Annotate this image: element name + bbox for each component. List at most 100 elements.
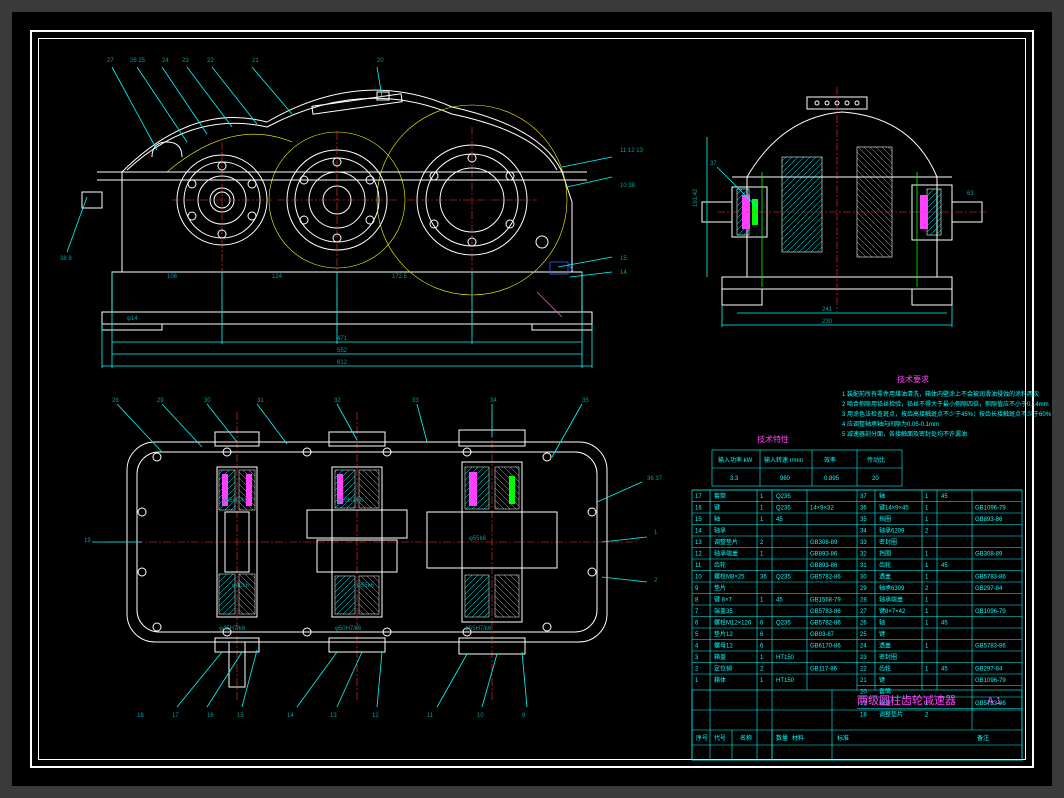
dim-612: 612 (337, 360, 348, 366)
svg-text:12: 12 (372, 713, 379, 719)
svg-text:齿轮: 齿轮 (714, 561, 726, 569)
svg-text:键: 键 (714, 504, 720, 512)
svg-text:GB5783-86: GB5783-86 (810, 609, 841, 615)
svg-text:GB297-84: GB297-84 (975, 667, 1003, 673)
svg-text:齿轮: 齿轮 (879, 665, 891, 673)
svg-text:6: 6 (760, 644, 764, 650)
svg-text:传动比: 传动比 (867, 456, 885, 464)
svg-text:27: 27 (107, 58, 114, 64)
svg-text:键8×7×42: 键8×7×42 (879, 607, 906, 615)
svg-text:挡圈: 挡圈 (879, 515, 891, 523)
svg-text:10: 10 (695, 575, 702, 581)
svg-text:0.895: 0.895 (824, 476, 840, 482)
svg-text:23: 23 (182, 58, 189, 64)
svg-text:GB1096-79: GB1096-79 (975, 506, 1006, 512)
svg-text:33: 33 (412, 398, 419, 404)
svg-text:轴承端盖: 轴承端盖 (714, 550, 738, 558)
svg-text:数量: 数量 (776, 734, 788, 742)
svg-text:20: 20 (872, 476, 879, 482)
svg-text:2: 2 (925, 713, 929, 719)
svg-text:透盖: 透盖 (879, 573, 891, 581)
svg-text:36 37: 36 37 (647, 476, 663, 482)
svg-text:21: 21 (252, 58, 259, 64)
svg-text:30: 30 (204, 398, 211, 404)
svg-text:GB6170-86: GB6170-86 (810, 644, 841, 650)
svg-text:1: 1 (925, 598, 929, 604)
svg-text:φ55H7/k6: φ55H7/k6 (465, 626, 492, 632)
svg-text:材料: 材料 (792, 734, 804, 742)
svg-text:密封圈: 密封圈 (879, 538, 897, 546)
svg-text:2 啮合侧隙用铅丝检验，铅丝不得大于最小侧隙四倍，侧隙值应不: 2 啮合侧隙用铅丝检验，铅丝不得大于最小侧隙四倍，侧隙值应不小于0.14mm (842, 400, 1049, 408)
svg-text:标准: 标准 (837, 734, 849, 742)
svg-text:6: 6 (695, 621, 699, 627)
svg-text:1: 1 (925, 667, 929, 673)
svg-text:φ40k6: φ40k6 (232, 583, 250, 589)
svg-text:33: 33 (860, 540, 867, 546)
svg-text:30: 30 (860, 575, 867, 581)
svg-text:箱盖: 箱盖 (714, 653, 726, 661)
svg-text:轴承: 轴承 (714, 527, 726, 535)
svg-text:Q235: Q235 (776, 494, 791, 500)
svg-text:φ55k6: φ55k6 (357, 583, 375, 589)
svg-text:键 8×7: 键 8×7 (714, 596, 733, 604)
svg-text:17: 17 (172, 713, 179, 719)
svg-text:φ50H7/k6: φ50H7/k6 (337, 498, 364, 504)
svg-text:1: 1 (925, 563, 929, 569)
dim-552: 552 (337, 348, 348, 354)
svg-text:34: 34 (490, 398, 497, 404)
svg-text:29: 29 (157, 398, 164, 404)
svg-text:输入转速 r/min: 输入转速 r/min (764, 456, 803, 464)
svg-text:9: 9 (522, 713, 526, 719)
svg-text:端盖35: 端盖35 (714, 607, 733, 615)
svg-text:12: 12 (695, 552, 702, 558)
spec-section: 技术特性 输入功率 kW 输入转速 r/min 效率 传动比 3.3 960 0… (712, 434, 902, 486)
svg-text:10 38: 10 38 (620, 183, 636, 189)
svg-text:45: 45 (776, 598, 783, 604)
sheet-size: A 1 (987, 696, 1002, 707)
svg-text:透盖: 透盖 (879, 642, 891, 650)
spec-title: 技术特性 (757, 434, 789, 444)
svg-text:1: 1 (760, 678, 764, 684)
svg-text:28: 28 (112, 398, 119, 404)
svg-text:29: 29 (860, 586, 867, 592)
svg-text:13: 13 (695, 540, 702, 546)
side-view: 230 241 191.42 63 37 (693, 87, 987, 327)
requirements: 技术要求 1 装配前所有零件用煤油清洗，箱体内壁涂上不会被润滑油侵蚀的涂料两次 … (842, 374, 1052, 438)
svg-text:1: 1 (695, 678, 699, 684)
svg-text:调整垫片: 调整垫片 (879, 711, 903, 719)
svg-text:2: 2 (925, 586, 929, 592)
svg-text:15: 15 (695, 517, 702, 523)
svg-text:1: 1 (925, 517, 929, 523)
svg-text:960: 960 (780, 476, 791, 482)
svg-text:挡圈: 挡圈 (879, 550, 891, 558)
svg-text:轴承端盖: 轴承端盖 (879, 596, 903, 604)
svg-text:GB297-84: GB297-84 (975, 586, 1003, 592)
svg-text:28: 28 (860, 598, 867, 604)
top-section-view: φ45H7/k6 φ50H7/k6 φ55k6 φ45H7/k6 φ50H7/k… (92, 404, 647, 707)
svg-text:14: 14 (695, 529, 702, 535)
svg-text:φ45H7/k6: φ45H7/k6 (219, 626, 246, 632)
svg-text:38 9: 38 9 (60, 256, 72, 262)
svg-text:GB5783-86: GB5783-86 (975, 575, 1006, 581)
svg-text:13: 13 (330, 713, 337, 719)
svg-text:键: 键 (879, 676, 885, 684)
svg-text:1: 1 (760, 552, 764, 558)
svg-text:1: 1 (760, 598, 764, 604)
svg-text:18: 18 (860, 713, 867, 719)
title-block: 两级圆柱齿轮减速器 A 1 序号 代号 名称 数量 材料 标准 备注 (692, 690, 1022, 760)
svg-text:1: 1 (760, 517, 764, 523)
svg-text:22: 22 (207, 58, 214, 64)
dim-124: 124 (272, 274, 283, 280)
svg-text:14×9×32: 14×9×32 (810, 506, 834, 512)
svg-text:箱体: 箱体 (714, 676, 726, 684)
svg-text:24: 24 (162, 58, 169, 64)
svg-text:9: 9 (695, 586, 699, 592)
svg-text:GB1568-79: GB1568-79 (810, 598, 841, 604)
svg-text:17: 17 (695, 494, 702, 500)
svg-text:31: 31 (257, 398, 264, 404)
svg-text:φ45H7/k6: φ45H7/k6 (222, 498, 249, 504)
svg-text:16: 16 (207, 713, 214, 719)
svg-text:套筒: 套筒 (714, 492, 726, 500)
svg-text:2: 2 (760, 540, 764, 546)
svg-text:1: 1 (925, 552, 929, 558)
